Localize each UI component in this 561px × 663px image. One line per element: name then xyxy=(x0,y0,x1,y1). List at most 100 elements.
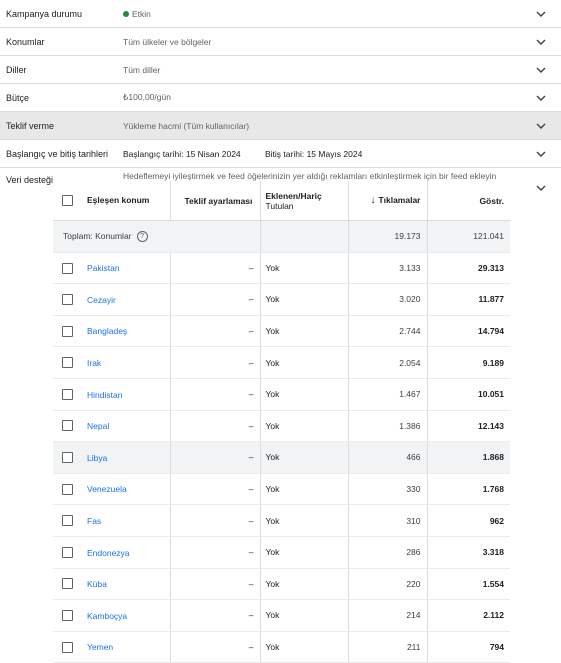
table-row[interactable]: Venezuela – Yok 330 1.768 xyxy=(53,473,510,506)
column-header-clicks[interactable]: ↓ Tıklamalar xyxy=(348,181,428,221)
location-link[interactable]: Venezuela xyxy=(87,484,127,494)
table-row[interactable]: Libya – Yok 466 1.868 xyxy=(53,441,510,474)
bid-adjustment[interactable]: – xyxy=(170,252,261,285)
row-checkbox[interactable] xyxy=(62,483,73,495)
location-cell: Endonezya xyxy=(53,536,171,569)
location-link[interactable]: Küba xyxy=(87,579,107,589)
setting-campaign-status[interactable]: Kampanya durumu Etkin xyxy=(0,0,561,28)
row-checkbox[interactable] xyxy=(62,546,73,558)
impressions-value: 11.877 xyxy=(427,283,510,316)
chevron-down-icon[interactable] xyxy=(535,36,547,48)
status-dot-icon xyxy=(123,10,129,17)
location-cell: Bangladeş xyxy=(53,315,171,348)
location-link[interactable]: Irak xyxy=(87,358,101,368)
location-link[interactable]: Bangladeş xyxy=(87,326,127,336)
chevron-down-icon[interactable] xyxy=(535,120,547,132)
impressions-value: 794 xyxy=(427,631,510,663)
table-row[interactable]: Nepal – Yok 1.386 12.143 xyxy=(53,410,510,443)
location-cell: Venezuela xyxy=(53,473,171,506)
included-excluded: Yok xyxy=(260,599,349,632)
bid-adjustment[interactable]: – xyxy=(170,568,261,601)
select-all-checkbox[interactable] xyxy=(62,195,73,207)
location-link[interactable]: Endonezya xyxy=(87,547,130,557)
included-excluded: Yok xyxy=(260,631,349,663)
total-label: Toplam: Konumlar xyxy=(63,230,132,241)
chevron-down-icon[interactable] xyxy=(535,182,547,194)
impressions-value: 29.313 xyxy=(427,252,510,285)
row-checkbox[interactable] xyxy=(62,420,73,432)
table-row[interactable]: Fas – Yok 310 962 xyxy=(53,504,510,537)
included-excluded: Yok xyxy=(260,315,349,348)
setting-dates[interactable]: Başlangıç ve bitiş tarihleri Başlangıç t… xyxy=(0,140,561,168)
row-checkbox[interactable] xyxy=(62,515,73,527)
column-header-included[interactable]: Eklenen/Hariç Tutulan xyxy=(260,181,349,221)
location-cell: Kamboçya xyxy=(53,599,171,632)
table-row[interactable]: Cezayir – Yok 3.020 11.877 xyxy=(53,283,510,316)
column-header-location[interactable]: Eşleşen konum xyxy=(53,181,171,221)
row-checkbox[interactable] xyxy=(62,610,73,622)
clicks-value: 2.054 xyxy=(348,346,428,379)
status-text: Etkin xyxy=(132,8,151,19)
table-row[interactable]: Endonezya – Yok 286 3.318 xyxy=(53,536,510,569)
row-checkbox[interactable] xyxy=(62,262,73,274)
table-row[interactable]: Hindistan – Yok 1.467 10.051 xyxy=(53,378,510,411)
location-link[interactable]: Libya xyxy=(87,453,107,463)
table-row[interactable]: Irak – Yok 2.054 9.189 xyxy=(53,346,510,379)
total-impressions: 121.041 xyxy=(427,220,510,253)
location-link[interactable]: Nepal xyxy=(87,421,109,431)
location-link[interactable]: Pakistan xyxy=(87,263,120,273)
setting-label: Diller xyxy=(6,64,27,75)
table-row[interactable]: Yemen – Yok 211 794 xyxy=(53,631,510,663)
location-cell: Pakistan xyxy=(53,252,171,285)
row-checkbox[interactable] xyxy=(62,641,73,653)
chevron-down-icon[interactable] xyxy=(535,64,547,76)
location-cell: Küba xyxy=(53,568,171,601)
row-checkbox[interactable] xyxy=(62,388,73,400)
setting-end-date: Bitiş tarihi: 15 Mayıs 2024 xyxy=(265,148,363,159)
column-header-bid[interactable]: Teklif ayarlaması xyxy=(170,181,261,221)
bid-adjustment[interactable]: – xyxy=(170,283,261,316)
bid-adjustment[interactable]: – xyxy=(170,315,261,348)
clicks-value: 1.467 xyxy=(348,378,428,411)
setting-value: Etkin xyxy=(123,9,151,19)
bid-adjustment[interactable]: – xyxy=(170,378,261,411)
table-row[interactable]: Pakistan – Yok 3.133 29.313 xyxy=(53,252,510,285)
location-link[interactable]: Fas xyxy=(87,516,101,526)
bid-adjustment[interactable]: – xyxy=(170,410,261,443)
bid-adjustment[interactable]: – xyxy=(170,599,261,632)
setting-languages[interactable]: Diller Tüm diller xyxy=(0,56,561,84)
column-header-impressions[interactable]: Göstr. xyxy=(427,181,510,221)
bid-adjustment[interactable]: – xyxy=(170,346,261,379)
location-link[interactable]: Cezayir xyxy=(87,295,116,305)
setting-locations[interactable]: Konumlar Tüm ülkeler ve bölgeler xyxy=(0,28,561,56)
row-checkbox[interactable] xyxy=(62,357,73,369)
location-link[interactable]: Yemen xyxy=(87,642,113,652)
table-row[interactable]: Kamboçya – Yok 214 2.112 xyxy=(53,599,510,632)
included-excluded: Yok xyxy=(260,536,349,569)
clicks-value: 220 xyxy=(348,568,428,601)
impressions-value: 14.794 xyxy=(427,315,510,348)
table-row[interactable]: Küba – Yok 220 1.554 xyxy=(53,568,510,601)
setting-budget[interactable]: Bütçe ₺100,00/gün xyxy=(0,84,561,112)
chevron-down-icon[interactable] xyxy=(535,8,547,20)
bid-adjustment[interactable]: – xyxy=(170,473,261,506)
location-link[interactable]: Kamboçya xyxy=(87,611,127,621)
row-checkbox[interactable] xyxy=(62,452,73,464)
chevron-down-icon[interactable] xyxy=(535,148,547,160)
clicks-value: 3.133 xyxy=(348,252,428,285)
bid-adjustment[interactable]: – xyxy=(170,441,261,474)
bid-adjustment[interactable]: – xyxy=(170,631,261,663)
table-row[interactable]: Bangladeş – Yok 2.744 14.794 xyxy=(53,315,510,348)
location-cell: Cezayir xyxy=(53,283,171,316)
setting-bidding[interactable]: Teklif verme Yükleme hacmi (Tüm kullanıc… xyxy=(0,112,561,140)
setting-label: Veri desteği xyxy=(6,175,54,185)
row-checkbox[interactable] xyxy=(62,325,73,337)
bid-adjustment[interactable]: – xyxy=(170,504,261,537)
row-checkbox[interactable] xyxy=(62,294,73,306)
bid-adjustment[interactable]: – xyxy=(170,536,261,569)
clicks-value: 286 xyxy=(348,536,428,569)
chevron-down-icon[interactable] xyxy=(535,92,547,104)
help-circle-icon[interactable]: ? xyxy=(136,230,148,242)
location-link[interactable]: Hindistan xyxy=(87,389,122,399)
row-checkbox[interactable] xyxy=(62,578,73,590)
